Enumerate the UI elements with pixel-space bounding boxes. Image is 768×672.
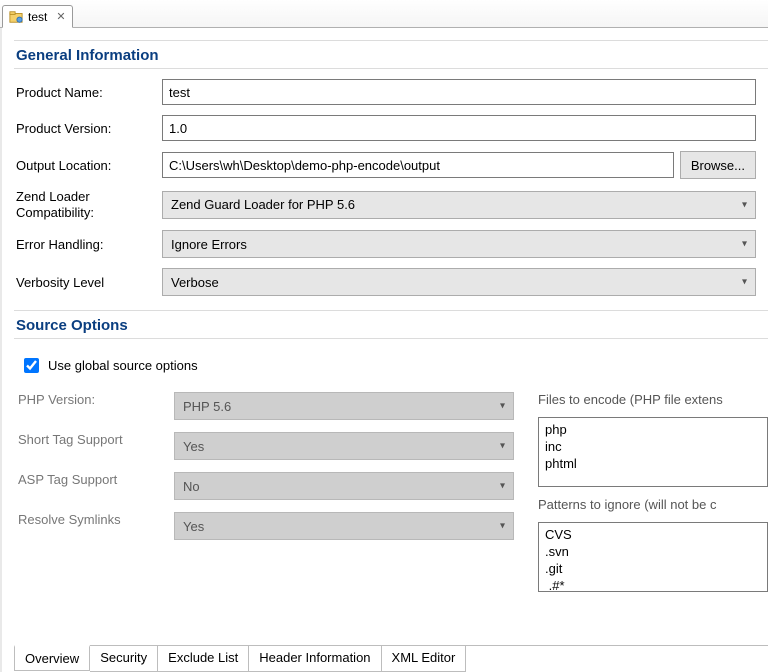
- label-patterns-ignore: Patterns to ignore (will not be c: [538, 497, 768, 512]
- chevron-down-icon: ▾: [742, 239, 747, 250]
- chevron-down-icon: ▾: [500, 401, 505, 412]
- label-asp-tag: ASP Tag Support: [18, 472, 168, 500]
- error-handling-select[interactable]: Ignore Errors ▾: [162, 230, 756, 258]
- asp-tag-value: No: [183, 479, 200, 494]
- bottom-tabs: Overview Security Exclude List Header In…: [14, 645, 768, 672]
- verbosity-select[interactable]: Verbose ▾: [162, 268, 756, 296]
- patterns-ignore-list[interactable]: CVS .svn .git .#*: [538, 522, 768, 592]
- editor-tab-label: test: [28, 10, 47, 24]
- tab-xml-editor[interactable]: XML Editor: [382, 646, 467, 672]
- chevron-down-icon: ▾: [742, 277, 747, 288]
- label-verbosity: Verbosity Level: [16, 275, 156, 290]
- close-icon[interactable]: ✕: [56, 10, 65, 23]
- editor-tab-test[interactable]: test ✕: [2, 5, 73, 28]
- short-tag-select: Yes ▾: [174, 432, 514, 460]
- label-files-to-encode: Files to encode (PHP file extens: [538, 392, 768, 407]
- error-handling-value: Ignore Errors: [171, 237, 247, 252]
- product-version-input[interactable]: [162, 115, 756, 141]
- chevron-down-icon: ▾: [500, 481, 505, 492]
- php-version-select: PHP 5.6 ▾: [174, 392, 514, 420]
- zend-loader-value: Zend Guard Loader for PHP 5.6: [171, 197, 355, 212]
- chevron-down-icon: ▾: [500, 521, 505, 532]
- short-tag-value: Yes: [183, 439, 204, 454]
- output-location-input[interactable]: [162, 152, 674, 178]
- use-global-label: Use global source options: [48, 358, 198, 373]
- project-icon: [9, 10, 23, 24]
- label-error-handling: Error Handling:: [16, 237, 156, 252]
- source-options-grid: PHP Version: PHP 5.6 ▾ Short Tag Support…: [14, 392, 514, 592]
- label-zend-loader: Zend Loader Compatibility:: [16, 189, 156, 220]
- editor-tabs: test ✕: [0, 0, 768, 28]
- section-title-general: General Information: [14, 40, 768, 69]
- use-global-checkbox[interactable]: [24, 358, 39, 373]
- zend-loader-select[interactable]: Zend Guard Loader for PHP 5.6 ▾: [162, 191, 756, 219]
- tab-exclude-list[interactable]: Exclude List: [158, 646, 249, 672]
- php-version-value: PHP 5.6: [183, 399, 231, 414]
- label-output-location: Output Location:: [16, 158, 156, 173]
- label-resolve-symlinks: Resolve Symlinks: [18, 512, 168, 540]
- tab-security[interactable]: Security: [90, 646, 158, 672]
- resolve-symlinks-value: Yes: [183, 519, 204, 534]
- browse-button[interactable]: Browse...: [680, 151, 756, 179]
- chevron-down-icon: ▾: [500, 441, 505, 452]
- section-title-source: Source Options: [14, 310, 768, 339]
- label-product-name: Product Name:: [16, 85, 156, 100]
- tab-overview[interactable]: Overview: [14, 645, 90, 671]
- verbosity-value: Verbose: [171, 275, 219, 290]
- form-general: Product Name: Product Version: Output Lo…: [14, 79, 768, 310]
- label-short-tag: Short Tag Support: [18, 432, 168, 460]
- product-name-input[interactable]: [162, 79, 756, 105]
- label-php-version: PHP Version:: [18, 392, 168, 420]
- asp-tag-select: No ▾: [174, 472, 514, 500]
- chevron-down-icon: ▾: [742, 199, 747, 210]
- tab-header-information[interactable]: Header Information: [249, 646, 381, 672]
- resolve-symlinks-select: Yes ▾: [174, 512, 514, 540]
- label-product-version: Product Version:: [16, 121, 156, 136]
- files-to-encode-list[interactable]: php inc phtml: [538, 417, 768, 487]
